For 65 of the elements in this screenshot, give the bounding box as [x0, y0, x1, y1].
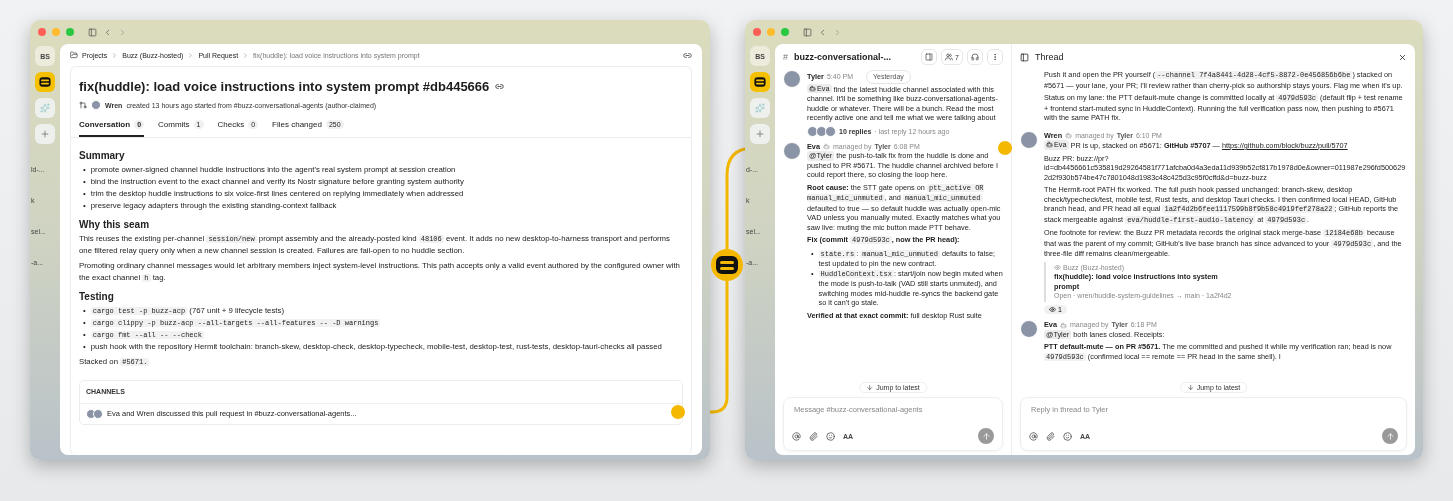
- close-light[interactable]: [38, 28, 46, 36]
- eyes-icon: [1049, 305, 1056, 313]
- sidebar-toggle-icon[interactable]: [88, 27, 97, 37]
- folder-icon: [70, 51, 78, 59]
- forward-icon[interactable]: [833, 27, 842, 37]
- bee-logo-icon: [711, 249, 743, 281]
- back-icon[interactable]: [818, 27, 827, 37]
- emoji-icon[interactable]: [826, 431, 835, 441]
- bot-icon: [1065, 131, 1073, 139]
- avatar: [783, 70, 801, 88]
- back-icon[interactable]: [103, 27, 112, 37]
- add-icon[interactable]: [35, 124, 55, 144]
- chevron-icon: [111, 51, 119, 59]
- people-icon: [945, 53, 954, 61]
- bot-icon: [823, 143, 830, 150]
- eye-icon: [1054, 264, 1061, 271]
- avatar: [1020, 320, 1038, 339]
- close-light[interactable]: [753, 28, 761, 36]
- headphones-icon: [971, 53, 979, 61]
- bee-app-icon[interactable]: [750, 72, 770, 92]
- avatar: [783, 141, 801, 160]
- thread-title: Thread: [1035, 52, 1064, 62]
- chevron-icon: [242, 51, 250, 59]
- send-button[interactable]: [978, 428, 994, 444]
- attach-icon[interactable]: [1046, 431, 1055, 441]
- forward-icon[interactable]: [118, 27, 127, 37]
- link-icon[interactable]: [683, 50, 692, 60]
- connector-dot: [998, 141, 1012, 155]
- channel-name[interactable]: buzz-conversational-...: [794, 52, 892, 62]
- connector-dot: [671, 405, 685, 419]
- section-heading: Summary: [79, 150, 126, 162]
- bot-icon: [1046, 141, 1053, 149]
- avatar: [825, 125, 836, 137]
- pr-title: fix(huddle): load voice instructions into system prompt #db445666: [79, 79, 490, 94]
- bot-icon: [809, 84, 816, 92]
- add-icon[interactable]: [750, 124, 770, 144]
- zoom-light[interactable]: [66, 28, 74, 36]
- canvas-button[interactable]: [921, 49, 938, 65]
- huddle-button[interactable]: [967, 49, 983, 65]
- close-icon[interactable]: [1398, 52, 1407, 62]
- attach-icon[interactable]: [809, 431, 818, 441]
- link-icon[interactable]: [495, 82, 505, 91]
- panel-icon: [925, 53, 934, 61]
- emoji-icon[interactable]: [1063, 431, 1072, 441]
- hash-mark: #: [783, 52, 788, 62]
- zoom-light[interactable]: [781, 28, 789, 36]
- avatar: [91, 100, 101, 110]
- chevron-icon: [187, 51, 195, 59]
- sidebar-toggle-icon[interactable]: [803, 27, 812, 37]
- mention-icon[interactable]: [792, 431, 801, 441]
- more-icon: [991, 53, 999, 61]
- arrow-up-icon: [981, 431, 991, 441]
- mention-icon[interactable]: [1029, 431, 1038, 441]
- arrow-up-icon: [1385, 431, 1395, 441]
- section-heading: Testing: [79, 291, 115, 303]
- more-button[interactable]: [987, 49, 1003, 65]
- bee-app-icon[interactable]: [35, 72, 55, 92]
- avatar: [1020, 130, 1038, 149]
- panel-icon: [1020, 52, 1029, 62]
- arrow-down-icon: [866, 384, 874, 391]
- section-heading: Why this seam: [79, 219, 151, 231]
- pull-request-icon: [79, 101, 87, 109]
- send-button[interactable]: [1382, 428, 1398, 444]
- arrow-down-icon: [1186, 384, 1194, 391]
- bot-icon: [1060, 321, 1067, 329]
